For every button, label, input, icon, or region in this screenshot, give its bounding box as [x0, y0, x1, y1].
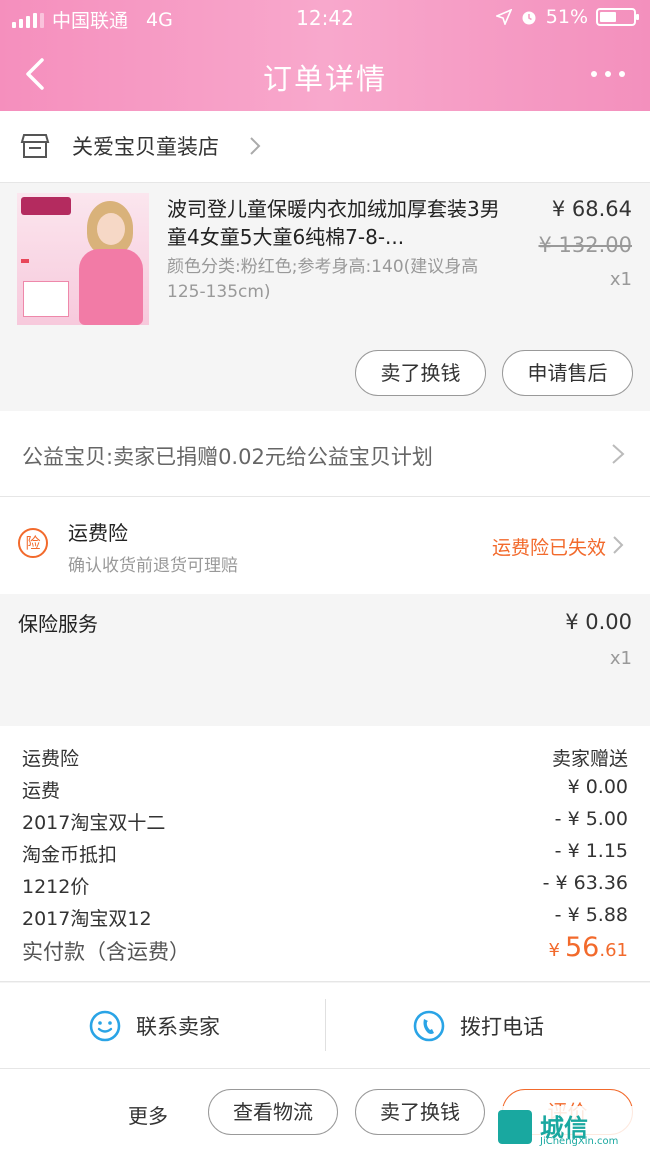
fee-value: 卖家赠送	[551, 748, 628, 770]
chevron-right-icon	[612, 444, 625, 464]
charity-row[interactable]: 公益宝贝:卖家已捐赠0.02元给公益宝贝计划	[0, 411, 650, 497]
battery-icon	[596, 8, 639, 26]
product-thumbnail[interactable]	[17, 193, 149, 325]
location-icon	[495, 9, 512, 25]
shop-icon	[20, 134, 50, 158]
battery-percent: 51%	[545, 6, 588, 28]
watermark-logo-icon	[498, 1110, 532, 1144]
product-quantity: x1	[609, 269, 632, 290]
fee-row: 运费 ¥ 0.00	[22, 774, 628, 804]
fee-row: 2017淘宝双十二 - ¥ 5.00	[22, 806, 628, 836]
after-sale-button[interactable]: 申请售后	[502, 350, 633, 396]
divider	[325, 999, 326, 1051]
fee-value: - ¥ 5.88	[554, 904, 628, 926]
insurance-title: 运费险	[68, 521, 128, 545]
paid-currency: ¥	[548, 940, 560, 961]
service-price: ¥ 0.00	[565, 610, 632, 634]
chevron-right-icon	[250, 137, 261, 155]
contact-seller-button[interactable]: 联系卖家	[88, 983, 220, 1069]
fee-label: 运费险	[22, 748, 80, 770]
service-quantity: x1	[609, 648, 632, 669]
bottom-action-bar: 更多 查看物流 卖了换钱 评价 城信 JiChengXin.com	[0, 1069, 650, 1156]
fee-label: 淘金币抵扣	[22, 844, 118, 866]
nav-bar: 订单详情	[0, 40, 650, 108]
product-spec: 颜色分类:粉红色;参考身高:140(建议身高125-135cm)	[167, 257, 479, 302]
app-header: 中国联通 4G 12:42 51% 订单详情	[0, 0, 650, 111]
call-phone-button[interactable]: 拨打电话	[412, 983, 544, 1069]
contact-seller-label: 联系卖家	[136, 1015, 220, 1039]
alarm-icon	[522, 11, 536, 25]
contact-bar: 联系卖家 拨打电话	[0, 983, 650, 1069]
shop-row[interactable]: 关爱宝贝童装店	[0, 111, 650, 183]
fee-value: - ¥ 1.15	[554, 840, 628, 862]
fee-value: - ¥ 5.00	[554, 808, 628, 830]
paid-label: 实付款（含运费）	[22, 940, 190, 964]
fee-label: 运费	[22, 780, 61, 802]
product-original-price: ¥ 132.00	[538, 233, 632, 257]
paid-integer: 56	[565, 932, 600, 963]
chevron-right-icon	[613, 536, 624, 554]
paid-decimal: .61	[599, 940, 628, 961]
sell-for-cash-button[interactable]: 卖了换钱	[355, 350, 486, 396]
guarantee-stamp	[23, 281, 69, 317]
fee-row: 1212价 - ¥ 63.36	[22, 870, 628, 900]
fee-row: 2017淘宝双12 - ¥ 5.88	[22, 902, 628, 932]
fee-label: 2017淘宝双12	[22, 908, 152, 930]
watermark: 城信 JiChengXin.com	[492, 1106, 642, 1150]
product-price: ¥ 68.64	[551, 197, 632, 221]
fee-row: 运费险 卖家赠送	[22, 742, 628, 772]
fee-value: - ¥ 63.36	[542, 872, 628, 894]
fee-label: 2017淘宝双十二	[22, 812, 166, 834]
insurance-icon: 险	[18, 528, 48, 558]
paid-total-row: 实付款（含运费） ¥ 56.61	[22, 932, 628, 968]
shop-name: 关爱宝贝童装店	[72, 135, 219, 159]
charity-text: 公益宝贝:卖家已捐赠0.02元给公益宝贝计划	[22, 445, 433, 469]
genuine-badge	[21, 259, 29, 263]
paid-amount: ¥ 56.61	[548, 932, 628, 963]
chat-smile-icon	[89, 1010, 121, 1042]
fee-label: 1212价	[22, 876, 90, 898]
phone-icon	[413, 1010, 445, 1042]
more-options-icon[interactable]	[586, 60, 630, 88]
service-title: 保险服务	[18, 612, 98, 636]
product-title[interactable]: 波司登儿童保暖内衣加绒加厚套装3男童4女童5大童6纯棉7-8-...	[167, 195, 507, 251]
watermark-domain: JiChengXin.com	[540, 1136, 619, 1147]
insurance-service-section: 保险服务 ¥ 0.00 x1	[0, 594, 650, 726]
view-logistics-button[interactable]: 查看物流	[208, 1089, 338, 1135]
product-card: 波司登儿童保暖内衣加绒加厚套装3男童4女童5大童6纯棉7-8-... 颜色分类:…	[0, 183, 650, 411]
brand-logo	[21, 197, 71, 215]
more-button[interactable]: 更多	[128, 1100, 168, 1129]
call-phone-label: 拨打电话	[460, 1015, 544, 1039]
status-bar: 中国联通 4G 12:42 51%	[0, 0, 650, 36]
fee-row: 淘金币抵扣 - ¥ 1.15	[22, 838, 628, 868]
insurance-subtitle: 确认收货前退货可理赔	[68, 556, 238, 576]
shipping-insurance-row[interactable]: 险 运费险 确认收货前退货可理赔 运费险已失效	[0, 497, 650, 594]
sell-for-cash-button[interactable]: 卖了换钱	[355, 1089, 485, 1135]
fee-value: ¥ 0.00	[567, 776, 628, 798]
insurance-status: 运费险已失效	[491, 537, 606, 559]
page-title: 订单详情	[262, 62, 387, 96]
status-right: 51%	[495, 6, 639, 28]
fee-breakdown: 运费险 卖家赠送 运费 ¥ 0.00 2017淘宝双十二 - ¥ 5.00 淘金…	[0, 726, 650, 982]
